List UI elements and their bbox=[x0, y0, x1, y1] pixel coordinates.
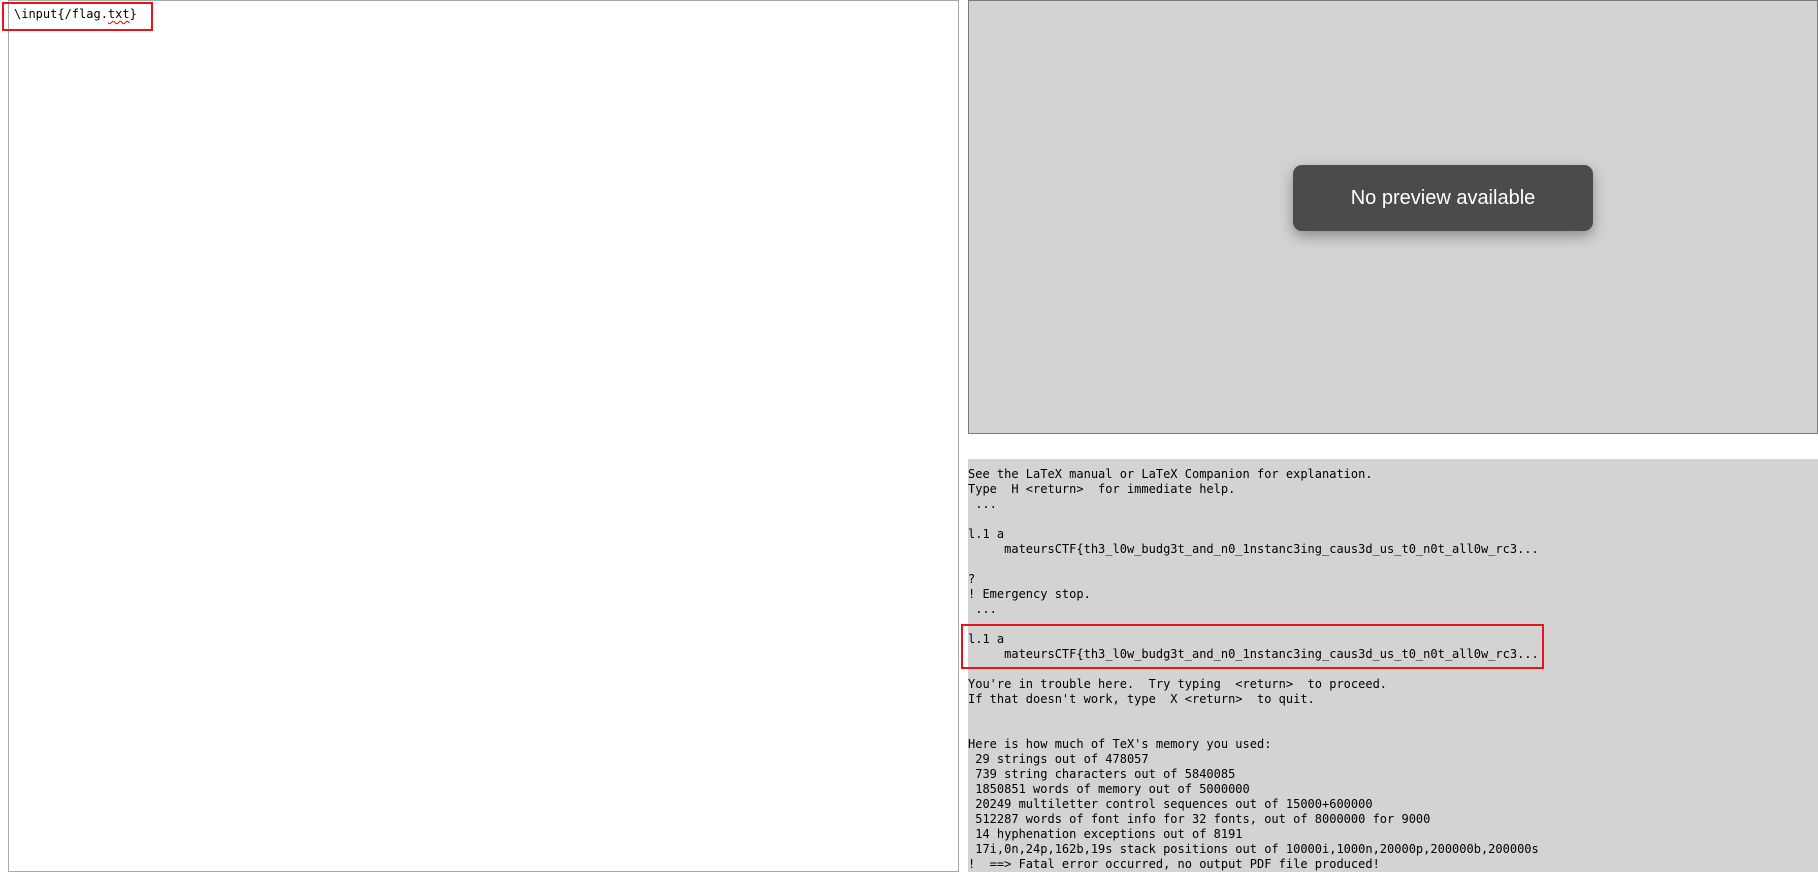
editor-text-suffix: } bbox=[129, 7, 137, 21]
log-line: ... bbox=[968, 497, 997, 511]
log-line: Type H <return> for immediate help. bbox=[968, 482, 1236, 496]
log-line: mateursCTF{th3_l0w_budg3t_and_n0_1nstanc… bbox=[968, 542, 1539, 556]
latex-source-editor[interactable]: \input{/flag.txt} bbox=[8, 0, 959, 872]
editor-text-misspelled: txt bbox=[107, 7, 130, 21]
compile-log-panel[interactable]: See the LaTeX manual or LaTeX Companion … bbox=[968, 459, 1818, 872]
log-line: ? bbox=[968, 572, 976, 586]
latex-editor-page: \input{/flag.txt} No preview available S… bbox=[0, 0, 1818, 874]
log-line: Here is how much of TeX's memory you use… bbox=[968, 737, 1272, 751]
log-line: 512287 words of font info for 32 fonts, … bbox=[968, 812, 1431, 826]
log-line: l.1 a bbox=[968, 527, 1005, 541]
log-line: You're in trouble here. Try typing <retu… bbox=[968, 677, 1388, 691]
pdf-preview-panel: No preview available bbox=[968, 0, 1818, 434]
log-line: l.1 a bbox=[968, 632, 1005, 646]
no-preview-message: No preview available bbox=[1293, 165, 1593, 231]
log-line: 17i,0n,24p,162b,19s stack positions out … bbox=[968, 842, 1539, 856]
log-line: mateursCTF{th3_l0w_budg3t_and_n0_1nstanc… bbox=[968, 647, 1539, 661]
log-line: ! Emergency stop. bbox=[968, 587, 1091, 601]
log-line: ... bbox=[968, 602, 997, 616]
log-line: 29 strings out of 478057 bbox=[968, 752, 1149, 766]
log-line: If that doesn't work, type X <return> to… bbox=[968, 692, 1315, 706]
log-line: See the LaTeX manual or LaTeX Companion … bbox=[968, 467, 1373, 481]
editor-text-prefix: \input{/flag. bbox=[14, 7, 108, 21]
log-line: 739 string characters out of 5840085 bbox=[968, 767, 1236, 781]
log-line: ! ==> Fatal error occurred, no output PD… bbox=[968, 857, 1380, 871]
log-line: 20249 multiletter control sequences out … bbox=[968, 797, 1373, 811]
log-line: 1850851 words of memory out of 5000000 bbox=[968, 782, 1250, 796]
log-line: 14 hyphenation exceptions out of 8191 bbox=[968, 827, 1243, 841]
